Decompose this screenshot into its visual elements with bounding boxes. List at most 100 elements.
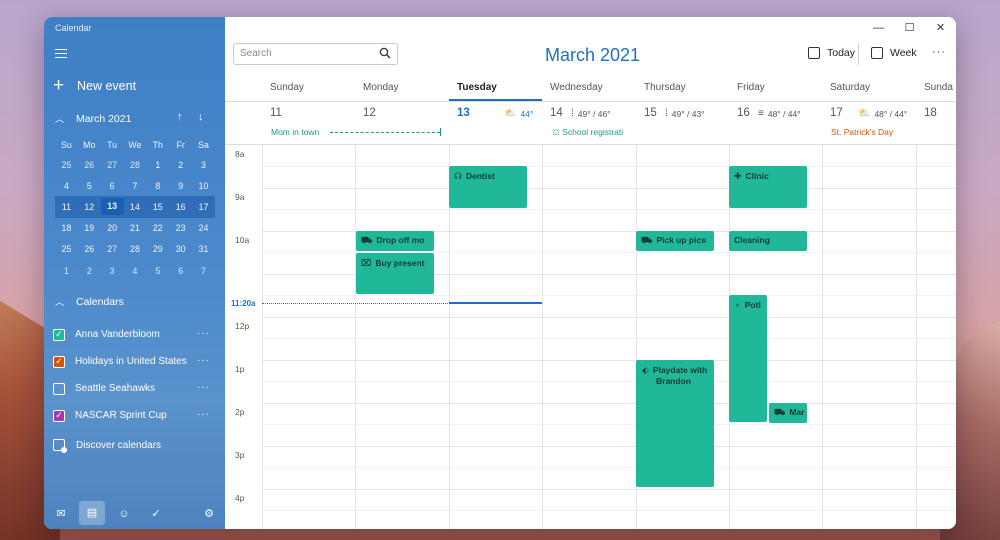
- date-number-today[interactable]: 13: [457, 107, 470, 119]
- minimize-icon[interactable]: —: [863, 17, 894, 39]
- allday-event-mom-in-town[interactable]: Mom in town: [271, 127, 331, 137]
- calendar-checkbox[interactable]: ✓: [53, 328, 65, 341]
- event-drop-off[interactable]: ⛟ Drop off mo: [356, 231, 434, 251]
- today-button[interactable]: Today: [808, 47, 855, 59]
- search-box[interactable]: [233, 43, 398, 65]
- mini-calendar-month[interactable]: March 2021: [76, 113, 131, 125]
- more-options-icon[interactable]: ···: [197, 355, 210, 366]
- mini-day[interactable]: 1: [55, 266, 78, 276]
- mini-day[interactable]: 10: [192, 181, 215, 191]
- mini-day[interactable]: 1: [146, 160, 169, 170]
- search-input[interactable]: [240, 48, 375, 59]
- calendar-checkbox[interactable]: [53, 382, 65, 395]
- next-month-icon[interactable]: ↓: [198, 111, 204, 123]
- mini-day[interactable]: 21: [124, 223, 147, 233]
- mini-day-today[interactable]: 13: [100, 198, 124, 216]
- allday-event-holiday[interactable]: St. Patrick's Day: [831, 127, 921, 137]
- more-options-icon[interactable]: ···: [932, 46, 946, 58]
- calendar-name: Seattle Seahawks: [75, 383, 156, 394]
- event-potluck[interactable]: ♆ Potl: [729, 295, 767, 422]
- mini-day[interactable]: 27: [101, 160, 124, 170]
- mini-day[interactable]: 4: [55, 181, 78, 191]
- allday-event-school-registration[interactable]: ⛫ School registrati: [552, 127, 644, 139]
- mini-day[interactable]: 7: [192, 266, 215, 276]
- mini-day[interactable]: 25: [55, 160, 78, 170]
- date-number[interactable]: 17: [830, 107, 843, 119]
- mini-day[interactable]: 12: [78, 202, 101, 212]
- mini-day[interactable]: 6: [169, 266, 192, 276]
- current-month-title[interactable]: March 2021: [545, 45, 640, 66]
- date-number[interactable]: 12: [363, 107, 376, 119]
- discover-calendars-button[interactable]: Discover calendars: [53, 439, 162, 453]
- event-clinic[interactable]: ✚ Clinic: [729, 166, 807, 208]
- date-number[interactable]: 18: [924, 107, 937, 119]
- mini-day[interactable]: 25: [55, 244, 78, 254]
- more-options-icon[interactable]: ···: [197, 409, 210, 420]
- view-week-button[interactable]: Week: [871, 47, 917, 59]
- mini-day[interactable]: 15: [146, 202, 169, 212]
- calendar-icon[interactable]: ▤: [79, 501, 105, 525]
- mini-day[interactable]: 8: [146, 181, 169, 191]
- mini-day[interactable]: 17: [192, 202, 215, 212]
- calendar-checkbox[interactable]: ✓: [53, 409, 65, 422]
- mini-day[interactable]: 24: [192, 223, 215, 233]
- settings-gear-icon[interactable]: ⚙: [201, 506, 217, 522]
- calendar-item-nascar[interactable]: ✓ NASCAR Sprint Cup ···: [53, 402, 218, 429]
- time-grid[interactable]: 8a 9a 10a 11:20a 12p 1p 2p 3p 4p ☊ Dentis…: [225, 145, 956, 529]
- collapse-chevron-icon[interactable]: ︿: [55, 112, 64, 125]
- mini-day[interactable]: 20: [101, 223, 124, 233]
- mini-day[interactable]: 30: [169, 244, 192, 254]
- event-dentist[interactable]: ☊ Dentist: [449, 166, 527, 208]
- mini-day[interactable]: 19: [78, 223, 101, 233]
- more-options-icon[interactable]: ···: [197, 382, 210, 393]
- mini-day[interactable]: 11: [55, 202, 78, 212]
- event-pick-up-pics[interactable]: ⛟ Pick up pics: [636, 231, 714, 251]
- mini-day[interactable]: 7: [124, 181, 147, 191]
- date-number[interactable]: 15: [644, 107, 657, 119]
- mini-day[interactable]: 23: [169, 223, 192, 233]
- mini-day[interactable]: 16: [169, 202, 192, 212]
- event-buy-present[interactable]: ⌧ Buy present: [356, 253, 434, 294]
- calendar-item-seahawks[interactable]: Seattle Seahawks ···: [53, 375, 218, 402]
- mail-icon[interactable]: ✉: [53, 506, 69, 522]
- search-icon[interactable]: [379, 47, 391, 59]
- hamburger-menu-icon[interactable]: [55, 49, 67, 59]
- todo-check-icon[interactable]: ✓: [148, 506, 164, 522]
- mini-day[interactable]: 6: [101, 181, 124, 191]
- discover-calendars-label: Discover calendars: [76, 439, 162, 451]
- mini-day[interactable]: 26: [78, 244, 101, 254]
- mini-day[interactable]: 18: [55, 223, 78, 233]
- mini-day[interactable]: 28: [124, 160, 147, 170]
- mini-day[interactable]: 5: [78, 181, 101, 191]
- event-cleaning[interactable]: Cleaning: [729, 231, 807, 251]
- mini-day[interactable]: 3: [192, 160, 215, 170]
- event-mar[interactable]: ⛟ Mar: [769, 403, 807, 423]
- date-number[interactable]: 14: [550, 107, 563, 119]
- mini-day[interactable]: 28: [124, 244, 147, 254]
- mini-day[interactable]: 3: [101, 266, 124, 276]
- calendar-item-holidays[interactable]: ✓ Holidays in United States ···: [53, 348, 218, 375]
- mini-day[interactable]: 22: [146, 223, 169, 233]
- mini-day[interactable]: 26: [78, 160, 101, 170]
- mini-day[interactable]: 14: [124, 202, 147, 212]
- maximize-icon[interactable]: ☐: [894, 17, 925, 39]
- calendars-section-header[interactable]: ︿ Calendars: [55, 295, 124, 308]
- mini-day[interactable]: 29: [146, 244, 169, 254]
- mini-day[interactable]: 2: [169, 160, 192, 170]
- people-icon[interactable]: ☺: [116, 506, 132, 522]
- calendar-item-anna[interactable]: ✓ Anna Vanderbloom ···: [53, 321, 218, 348]
- more-options-icon[interactable]: ···: [197, 328, 210, 339]
- date-number[interactable]: 16: [737, 107, 750, 119]
- new-event-button[interactable]: + New event: [53, 76, 136, 95]
- mini-day[interactable]: 31: [192, 244, 215, 254]
- previous-month-icon[interactable]: ↑: [177, 111, 183, 123]
- event-playdate[interactable]: ⬖ Playdate with Brandon: [636, 360, 714, 487]
- mini-day[interactable]: 9: [169, 181, 192, 191]
- close-icon[interactable]: ✕: [925, 17, 956, 39]
- date-number[interactable]: 11: [270, 107, 282, 119]
- calendar-checkbox[interactable]: ✓: [53, 355, 65, 368]
- mini-day[interactable]: 5: [146, 266, 169, 276]
- mini-day[interactable]: 27: [101, 244, 124, 254]
- mini-day[interactable]: 4: [124, 266, 147, 276]
- mini-day[interactable]: 2: [78, 266, 101, 276]
